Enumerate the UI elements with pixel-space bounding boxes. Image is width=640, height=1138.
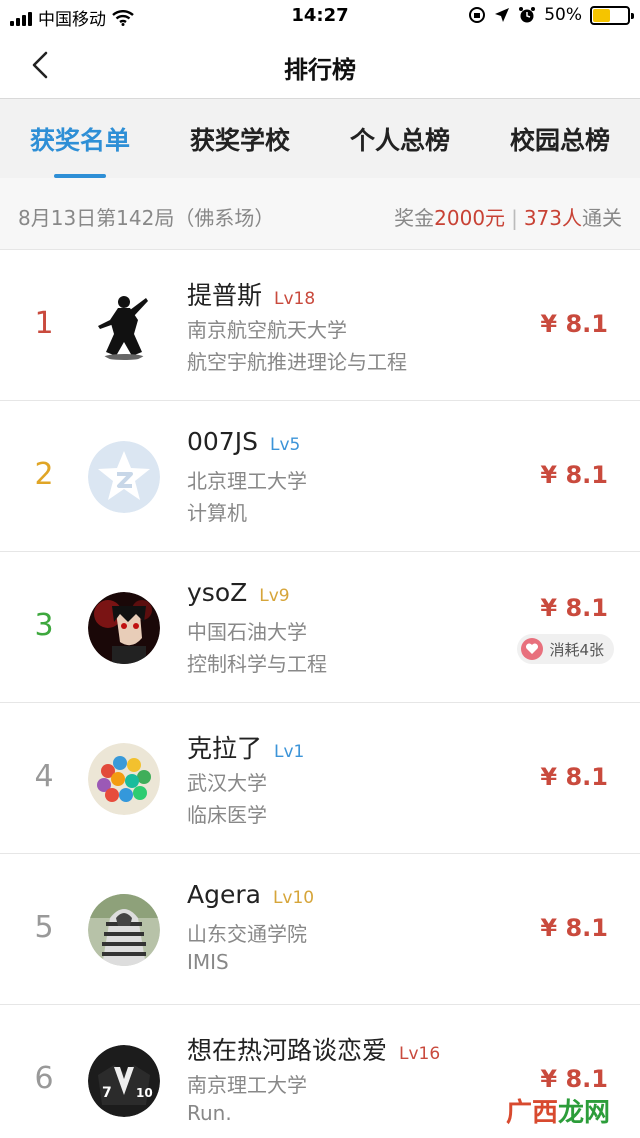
level-badge: Lv9: [259, 586, 290, 606]
winner-list: 1 提普斯 Lv18 南京航空航天大学 航空宇航推进理论与工程 ¥ 8.1 2: [0, 250, 640, 1138]
school-name: 北京理工大学: [187, 469, 307, 493]
major-name: 控制科学与工程: [187, 652, 327, 676]
list-item[interactable]: 2 007JS Lv5 北京理工大学 计算机 ¥ 8.1: [0, 401, 640, 552]
list-item[interactable]: 5 Agera Lv10 山东交通学院 IMIS ¥ 8.1: [0, 854, 640, 1005]
major-name: IMIS: [187, 950, 229, 974]
prize-amount: ¥ 8.1: [540, 914, 608, 942]
name-line: 007JS Lv5: [187, 427, 300, 456]
page-title: 排行榜: [284, 56, 356, 84]
tab-label: 获奖学校: [189, 126, 290, 155]
rank-number: 4: [34, 759, 54, 794]
name-line: 克拉了 Lv1: [187, 729, 304, 765]
list-item[interactable]: 1 提普斯 Lv18 南京航空航天大学 航空宇航推进理论与工程 ¥ 8.1: [0, 250, 640, 401]
name-line: 提普斯 Lv18: [187, 276, 315, 312]
rank-number: 6: [34, 1061, 54, 1096]
major-name: 航空宇航推进理论与工程: [187, 350, 407, 374]
level-badge: Lv5: [269, 435, 301, 455]
tab-personal-total[interactable]: 个人总榜: [320, 99, 480, 178]
jersey-avatar[interactable]: 7 10: [88, 1045, 160, 1117]
major-name: 计算机: [187, 501, 247, 525]
user-name: ysoZ: [187, 578, 248, 607]
name-line: Agera Lv10: [187, 880, 314, 909]
school-name: 中国石油大学: [187, 620, 307, 644]
school-name: 南京航空航天大学: [187, 318, 347, 342]
user-name: 提普斯: [187, 281, 263, 310]
rank-number: 1: [34, 306, 54, 341]
winners-suffix: 通关: [582, 206, 622, 230]
prize-amount: ¥ 8.1: [540, 1065, 608, 1093]
heart-icon: [521, 638, 544, 660]
level-badge: Lv1: [274, 742, 305, 762]
separator: |: [511, 206, 518, 230]
prize-amount: ¥ 8.1: [540, 763, 608, 791]
battery-percent: 50%: [544, 5, 582, 25]
location-icon: [495, 8, 510, 22]
level-badge: Lv16: [399, 1044, 441, 1064]
prize-amount: 2000元: [434, 206, 506, 230]
card-cost-label: 消耗4张: [549, 640, 604, 659]
school-name: 武汉大学: [187, 771, 267, 795]
school-name: 南京理工大学: [187, 1073, 307, 1097]
site-watermark: 广西 龙网: [506, 1092, 610, 1129]
list-item[interactable]: 3 ysoZ Lv9 中国石油大学 控制科学与工程 ¥ 8.1 消耗4张: [0, 552, 640, 703]
winners-count: 373人: [523, 206, 582, 230]
anime-avatar[interactable]: [88, 592, 160, 664]
major-name: Run.: [187, 1101, 232, 1125]
watermark-part1: 广西: [505, 1098, 558, 1128]
alarm-icon: [519, 7, 536, 23]
level-badge: Lv18: [274, 289, 316, 309]
round-info-bar: 8月13日第142局（佛系场） 奖金2000元 | 373人通关: [0, 178, 640, 250]
name-line: 想在热河路谈恋爱 Lv16: [187, 1031, 440, 1067]
status-right: 50%: [468, 5, 634, 25]
card-cost-badge: 消耗4张: [517, 634, 614, 664]
rank-number: 3: [34, 608, 54, 643]
tab-bar: 获奖名单 获奖学校 个人总榜 校园总榜: [0, 99, 640, 178]
svg-text:7: 7: [102, 1085, 112, 1101]
user-name: Agera: [187, 880, 261, 909]
prize-prefix: 奖金: [394, 206, 435, 230]
prize-amount: ¥ 8.1: [540, 461, 608, 489]
user-name: 007JS: [187, 427, 258, 456]
balls-avatar[interactable]: [88, 743, 160, 815]
user-name: 克拉了: [187, 734, 263, 763]
user-name: 想在热河路谈恋爱: [187, 1036, 388, 1065]
watermark-part2: 龙网: [557, 1098, 610, 1128]
tab-label: 获奖名单: [29, 126, 130, 155]
school-name: 山东交通学院: [187, 922, 307, 946]
tab-campus-total[interactable]: 校园总榜: [480, 99, 640, 178]
list-item[interactable]: 4 克拉了 Lv1 武汉大学 临床医学 ¥ 8.1: [0, 703, 640, 854]
ninja-avatar[interactable]: [88, 290, 160, 362]
name-line: ysoZ Lv9: [187, 578, 290, 607]
nav-bar: 排行榜: [0, 32, 640, 99]
status-bar: 中国移动 14:27 50%: [0, 0, 640, 32]
prize-amount: ¥ 8.1: [540, 310, 608, 338]
tab-award-list[interactable]: 获奖名单: [0, 99, 160, 178]
round-label: 8月13日第142局（佛系场）: [18, 206, 275, 230]
rotation-lock-icon: [469, 7, 486, 23]
battery-icon: [590, 5, 634, 25]
prize-amount: ¥ 8.1: [540, 594, 608, 622]
level-badge: Lv10: [272, 888, 315, 908]
rank-number: 5: [34, 910, 54, 945]
round-summary: 奖金2000元 | 373人通关: [394, 202, 622, 231]
major-name: 临床医学: [187, 803, 267, 827]
hoodie-avatar[interactable]: [88, 894, 160, 966]
rank-number: 2: [34, 457, 54, 492]
default-avatar[interactable]: [88, 441, 160, 513]
tab-label: 校园总榜: [509, 126, 610, 155]
tab-label: 个人总榜: [349, 126, 450, 155]
tab-award-schools[interactable]: 获奖学校: [160, 99, 320, 178]
svg-text:10: 10: [136, 1086, 153, 1100]
battery-fill: [593, 8, 610, 22]
